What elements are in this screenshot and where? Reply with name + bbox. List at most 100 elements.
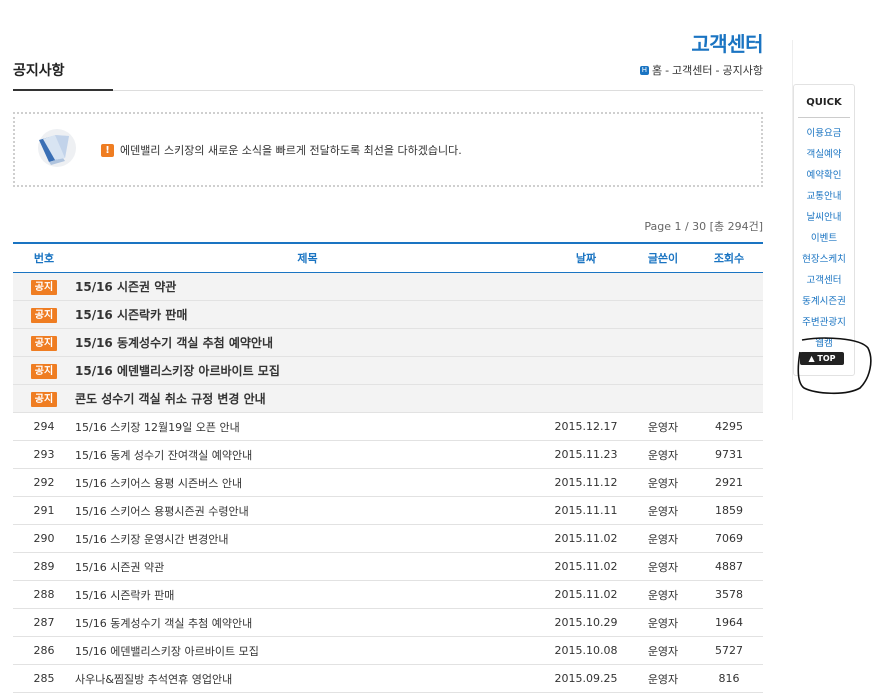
notice-title[interactable]: 15/16 시즌권 약관 [75,272,541,301]
row-views: 4295 [695,412,763,441]
warning-icon: ! [101,143,114,157]
notice-badge: 공지 [30,363,58,379]
quick-link-weather[interactable]: 날씨안내 [794,209,854,230]
row-writer: 운영자 [631,496,695,525]
row-writer: 운영자 [631,524,695,553]
book-icon [38,129,76,167]
quick-link-transport[interactable]: 교통안내 [794,188,854,209]
quick-menu-divider [798,117,850,118]
row-date: 2015.12.17 [541,412,631,441]
row-date: 2015.11.02 [541,524,631,553]
row-views: 816 [695,664,763,693]
row-writer: 운영자 [631,636,695,665]
quick-menu-title: QUICK [806,97,842,108]
row-date: 2015.11.23 [541,440,631,469]
table-row[interactable]: 293 15/16 동계 성수기 잔여객실 예약안내 2015.11.23 운영… [13,440,763,469]
quick-link-room-booking[interactable]: 객실예약 [794,146,854,167]
row-date: 2015.11.02 [541,580,631,609]
row-date: 2015.11.02 [541,552,631,581]
row-no: 288 [13,580,75,609]
quick-link-customer-center[interactable]: 고객센터 [794,272,854,293]
table-row[interactable]: 287 15/16 동계성수기 객실 추첨 예약안내 2015.10.29 운영… [13,608,763,637]
header-date: 날짜 [541,242,631,273]
table-row[interactable]: 288 15/16 시즌락카 판매 2015.11.02 운영자 3578 [13,580,763,609]
row-views: 4887 [695,552,763,581]
row-views: 7069 [695,524,763,553]
row-title[interactable]: 15/16 스키어스 용평시즌권 수령안내 [75,496,541,525]
notice-title[interactable]: 15/16 에덴밸리스키장 아르바이트 모집 [75,356,541,385]
row-date: 2015.11.12 [541,468,631,497]
page-title: 공지사항 [13,63,65,79]
header-writer: 글쓴이 [631,242,695,273]
table-header: 번호 제목 날짜 글쓴이 조회수 [13,242,763,273]
row-title[interactable]: 15/16 시즌권 약관 [75,552,541,581]
notice-table: 번호 제목 날짜 글쓴이 조회수 공지 15/16 시즌권 약관 공지 15/1… [13,242,763,693]
notice-badge: 공지 [30,335,58,351]
table-row[interactable]: 286 15/16 에덴밸리스키장 아르바이트 모집 2015.10.08 운영… [13,636,763,665]
title-divider [13,90,763,91]
notice-row[interactable]: 공지 15/16 시즌권 약관 [13,272,763,301]
notice-badge: 공지 [30,279,58,295]
row-title[interactable]: 사우나&찜질방 추석연휴 영업안내 [75,664,541,693]
quick-link-event[interactable]: 이벤트 [794,230,854,251]
hand-drawn-circle [797,337,872,395]
quick-link-season-pass[interactable]: 동계시즌권 [794,293,854,314]
row-date: 2015.11.11 [541,496,631,525]
row-writer: 운영자 [631,440,695,469]
quick-menu-list: 이용요금 객실예약 예약확인 교통안내 날씨안내 이벤트 현장스케치 고객센터 … [794,125,854,356]
quick-link-booking-check[interactable]: 예약확인 [794,167,854,188]
scroll-top-button[interactable]: ▲ TOP [800,352,844,365]
table-row[interactable]: 291 15/16 스키어스 용평시즌권 수령안내 2015.11.11 운영자… [13,496,763,525]
breadcrumb: H 홈 - 고객센터 - 공지사항 [639,62,763,78]
row-no: 290 [13,524,75,553]
notice-row[interactable]: 공지 콘도 성수기 객실 취소 규정 변경 안내 [13,384,763,413]
notice-title[interactable]: 15/16 동계성수기 객실 추첨 예약안내 [75,328,541,357]
row-no: 285 [13,664,75,693]
row-title[interactable]: 15/16 에덴밸리스키장 아르바이트 모집 [75,636,541,665]
title-underline [13,89,113,91]
row-writer: 운영자 [631,608,695,637]
row-no: 291 [13,496,75,525]
row-title[interactable]: 15/16 스키장 12월19일 오픈 안내 [75,412,541,441]
table-row[interactable]: 292 15/16 스키어스 용평 시즌버스 안내 2015.11.12 운영자… [13,468,763,497]
notice-badge: 공지 [30,391,58,407]
notice-row[interactable]: 공지 15/16 동계성수기 객실 추첨 예약안내 [13,328,763,357]
table-row[interactable]: 290 15/16 스키장 운영시간 변경안내 2015.11.02 운영자 7… [13,524,763,553]
header-title: 제목 [75,242,541,273]
quick-link-sketch[interactable]: 현장스케치 [794,251,854,272]
notice-row[interactable]: 공지 15/16 에덴밸리스키장 아르바이트 모집 [13,356,763,385]
row-writer: 운영자 [631,580,695,609]
breadcrumb-separator: - [665,63,670,77]
table-row[interactable]: 294 15/16 스키장 12월19일 오픈 안내 2015.12.17 운영… [13,412,763,441]
quick-link-pricing[interactable]: 이용요금 [794,125,854,146]
notice-banner: ! 에덴밸리 스키장의 새로운 소식을 빠르게 전달하도록 최선을 다하겠습니다… [13,112,763,187]
notice-row[interactable]: 공지 15/16 시즌락카 판매 [13,300,763,329]
row-writer: 운영자 [631,468,695,497]
table-row[interactable]: 289 15/16 시즌권 약관 2015.11.02 운영자 4887 [13,552,763,581]
notice-title[interactable]: 콘도 성수기 객실 취소 규정 변경 안내 [75,384,541,413]
row-date: 2015.09.25 [541,664,631,693]
quick-menu: QUICK 이용요금 객실예약 예약확인 교통안내 날씨안내 이벤트 현장스케치… [793,84,855,376]
table-row[interactable]: 285 사우나&찜질방 추석연휴 영업안내 2015.09.25 운영자 816 [13,664,763,693]
row-views: 2921 [695,468,763,497]
breadcrumb-home[interactable]: 홈 [652,62,662,78]
row-title[interactable]: 15/16 동계성수기 객실 추첨 예약안내 [75,608,541,637]
breadcrumb-separator: - [715,63,720,77]
quick-link-tourism[interactable]: 주변관광지 [794,314,854,335]
row-views: 9731 [695,440,763,469]
row-views: 1859 [695,496,763,525]
row-writer: 운영자 [631,552,695,581]
row-views: 3578 [695,580,763,609]
row-title[interactable]: 15/16 스키장 운영시간 변경안내 [75,524,541,553]
notice-title[interactable]: 15/16 시즌락카 판매 [75,300,541,329]
row-date: 2015.10.08 [541,636,631,665]
home-icon[interactable]: H [639,65,649,75]
notice-banner-text: 에덴밸리 스키장의 새로운 소식을 빠르게 전달하도록 최선을 다하겠습니다. [120,144,462,157]
row-title[interactable]: 15/16 시즌락카 판매 [75,580,541,609]
row-no: 289 [13,552,75,581]
row-title[interactable]: 15/16 동계 성수기 잔여객실 예약안내 [75,440,541,469]
row-title[interactable]: 15/16 스키어스 용평 시즌버스 안내 [75,468,541,497]
breadcrumb-customer-center[interactable]: 고객센터 [672,62,712,78]
header-no: 번호 [13,242,75,273]
row-no: 292 [13,468,75,497]
